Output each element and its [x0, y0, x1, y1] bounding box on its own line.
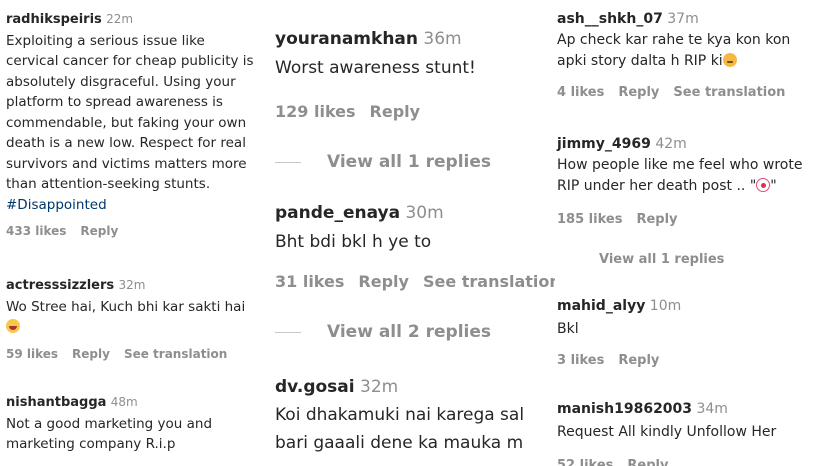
comment: mahid_alyy 10m Bkl 3 likes Reply [557, 296, 830, 371]
see-translation-button[interactable]: See translation [124, 347, 227, 361]
comment-line: than attention-seeking stunts. [6, 176, 211, 192]
comment-actions: 433 likes Reply [6, 221, 265, 242]
comment-line: Koi dhakamuki nai karega sal [275, 405, 525, 425]
comment-actions: 185 likes Reply [557, 209, 830, 230]
comments-column-middle: youranamkhan 36m Worst awareness stunt! … [265, 0, 555, 466]
comment-line: Exploiting a serious issue like [6, 32, 205, 49]
comment: pande_enaya 30m Bht bdi bkl h ye to 31 l… [275, 201, 555, 344]
comment-line-text: apki story dalta h RIP ki [557, 53, 723, 69]
comment: dv.gosai 32m Koi dhakamuki nai karega sa… [275, 375, 555, 455]
reply-button[interactable]: Reply [80, 224, 118, 238]
reply-button[interactable]: Reply [72, 347, 110, 361]
comment-username[interactable]: nishantbagga [6, 395, 106, 410]
comment-time: 32m [360, 377, 399, 397]
divider [275, 161, 301, 163]
view-replies-label: View all 1 replies [327, 152, 492, 172]
comment-username[interactable]: pande_enaya [275, 203, 400, 223]
comment-username[interactable]: actresssizzlers [6, 278, 114, 293]
comment: ash__shkh_07 37m Ap check kar rahe te ky… [557, 9, 830, 103]
likes-count[interactable]: 59 likes [6, 347, 58, 361]
comment-actions: 59 likes Reply See translation [6, 344, 265, 365]
divider [557, 259, 575, 260]
comment-line-text: RIP under her death post .. " [557, 178, 757, 194]
comment-actions: 4 likes Reply See translation [557, 82, 830, 103]
comment-text: Bkl [557, 321, 579, 337]
likes-count[interactable]: 185 likes [557, 212, 622, 227]
comment-line: Ap check kar rahe te kya kon kon [557, 32, 791, 48]
likes-count[interactable]: 129 likes [275, 102, 356, 121]
comment-time: 10m [649, 298, 682, 314]
reply-button[interactable]: Reply [627, 458, 668, 466]
rolling-laughing-emoji [6, 319, 20, 333]
comment-username[interactable]: ash__shkh_07 [557, 11, 663, 27]
reply-button[interactable]: Reply [636, 212, 677, 227]
comment-username[interactable]: manish19862003 [557, 401, 692, 417]
comment-time: 37m [667, 11, 699, 27]
comment: nishantbagga 48m Not a good marketing yo… [6, 392, 265, 455]
comment-time: 36m [423, 29, 462, 49]
comment-line: RIP under her death post .. " " [557, 176, 830, 197]
likes-count[interactable]: 4 likes [557, 85, 604, 100]
flushed-face-emoji [722, 53, 737, 67]
comment-line: How people like me feel who wrote [557, 157, 803, 173]
comment-line: platform to spread awareness is [6, 94, 223, 110]
comment-line: marketing company R.i.p [6, 436, 176, 452]
comment: radhikspeiris 22m Exploiting a serious i… [6, 9, 265, 242]
likes-count[interactable]: 31 likes [275, 272, 344, 291]
comment-username[interactable]: radhikspeiris [6, 12, 102, 27]
comment-line: apki story dalta h RIP ki [557, 51, 830, 72]
comment-line: commendable, but faking your own [6, 114, 247, 131]
clown-emoji [756, 178, 771, 192]
comment-line: Not a good marketing you and [6, 415, 213, 432]
comment-text: Exploiting a serious issue like cervical… [6, 31, 265, 216]
comment: actresssizzlers 32m Wo Stree hai, Kuch b… [6, 275, 265, 364]
comment-actions: 3 likes Reply [557, 350, 830, 371]
comment-username[interactable]: mahid_alyy [557, 298, 645, 314]
comment-time: 32m [118, 278, 146, 292]
likes-count[interactable]: 3 likes [557, 353, 604, 368]
comment-line: bari gaaali dene ka mauka m [275, 433, 524, 453]
comment-text: Wo Stree hai, Kuch bhi kar sakti hai [6, 298, 246, 315]
reply-button[interactable]: Reply [358, 272, 409, 291]
quote-mark: " [770, 178, 777, 194]
reply-button[interactable]: Reply [370, 102, 421, 121]
view-replies-button[interactable]: View all 1 replies [275, 150, 555, 174]
see-translation-button[interactable]: See translation [673, 85, 785, 100]
comment-actions: 31 likes Reply See translation [275, 270, 555, 294]
comments-column-left: radhikspeiris 22m Exploiting a serious i… [0, 0, 265, 466]
view-replies-label: View all 2 replies [327, 322, 492, 342]
comment-username[interactable]: youranamkhan [275, 29, 418, 49]
comment-time: 48m [110, 395, 138, 409]
comment-username[interactable]: dv.gosai [275, 377, 355, 397]
divider [275, 331, 301, 333]
view-replies-button[interactable]: View all 1 replies [557, 249, 830, 270]
comment: youranamkhan 36m Worst awareness stunt! … [275, 27, 555, 174]
comment-actions: 129 likes Reply [275, 100, 555, 124]
comment-time: 22m [106, 12, 134, 26]
comment-text: Request All kindly Unfollow Her [557, 424, 777, 440]
comment-time: 42m [655, 136, 687, 152]
comment-actions: 52 likes Reply [557, 455, 830, 466]
comment-text: Bht bdi bkl h ye to [275, 232, 432, 252]
comment: manish19862003 34m Request All kindly Un… [557, 399, 830, 466]
view-replies-label: View all 1 replies [599, 252, 725, 267]
reply-button[interactable]: Reply [618, 353, 659, 368]
likes-count[interactable]: 52 likes [557, 458, 613, 466]
comment: jimmy_4969 42m How people like me feel w… [557, 134, 830, 270]
see-translation-button[interactable]: See translation [423, 272, 555, 291]
likes-count[interactable]: 433 likes [6, 224, 66, 238]
comment-time: 30m [405, 203, 444, 223]
reply-button[interactable]: Reply [618, 85, 659, 100]
comment-line: death is a new low. Respect for real [6, 135, 246, 151]
comment-username[interactable]: jimmy_4969 [557, 136, 651, 152]
comment-line: survivors and victims matters more [6, 155, 247, 172]
comment-text: Worst awareness stunt! [275, 58, 476, 78]
comments-column-right: ash__shkh_07 37m Ap check kar rahe te ky… [555, 0, 830, 466]
comment-time: 34m [696, 401, 728, 417]
view-replies-button[interactable]: View all 2 replies [275, 320, 555, 344]
comment-line: cervical cancer for cheap publicity is [6, 53, 254, 69]
comment-line: absolutely disgraceful. Using your [6, 73, 236, 90]
hashtag-link[interactable]: #Disappointed [6, 195, 265, 216]
